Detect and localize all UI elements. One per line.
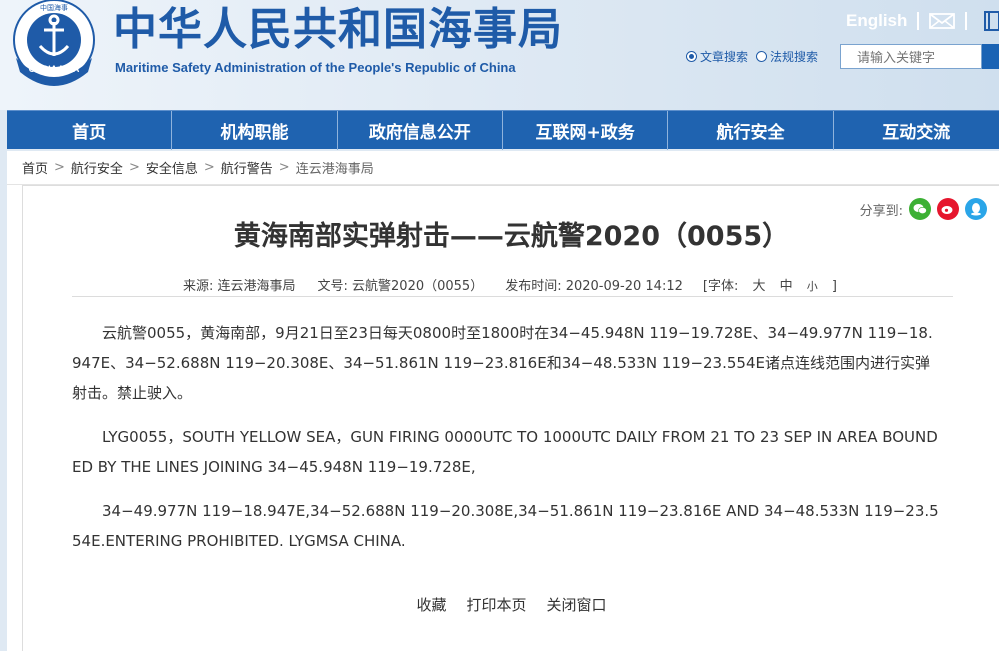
nav-item-internet-gov[interactable]: 互联网+政务 bbox=[503, 111, 669, 150]
article-publish-time: 发布时间: 2020-09-20 14:12 bbox=[505, 279, 683, 294]
radio-selected-icon[interactable] bbox=[686, 50, 697, 62]
close-window-button[interactable]: 关闭窗口 bbox=[547, 594, 607, 615]
nav-item-gov-info[interactable]: 政府信息公开 bbox=[338, 111, 503, 150]
search-type-group: 文章搜索 法规搜索 bbox=[686, 44, 826, 68]
site-subtitle: Maritime Safety Administration of the Pe… bbox=[115, 60, 516, 75]
breadcrumb-separator: > bbox=[54, 160, 65, 175]
breadcrumb-current[interactable]: 连云港海事局 bbox=[296, 158, 374, 177]
article-doc-number: 文号: 云航警2020（0055） bbox=[317, 279, 484, 294]
breadcrumb-navigation-safety[interactable]: 航行安全 bbox=[71, 158, 123, 177]
radio-law-label: 法规搜索 bbox=[770, 49, 819, 64]
content-panel: 分享到: 黄海南部实弹射击——云航警2020（0055） 来源: 连云港海事局 … bbox=[7, 185, 999, 651]
radio-law-search[interactable]: 法规搜索 bbox=[756, 48, 818, 65]
article-paragraph: 云航警0055，黄海南部，9月21日至23日每天0800时至1800时在34−4… bbox=[72, 324, 933, 402]
radio-article-search[interactable]: 文章搜索 bbox=[686, 48, 748, 65]
nav-item-home[interactable]: 首页 bbox=[7, 111, 173, 150]
china-msa-emblem-icon[interactable]: CHINA MSA 中国海事 bbox=[8, 0, 100, 86]
font-small-button[interactable]: 小 bbox=[807, 280, 818, 293]
breadcrumb-separator: > bbox=[203, 160, 215, 175]
nav-item-interaction[interactable]: 互动交流 bbox=[834, 111, 999, 150]
print-button[interactable]: 打印本页 bbox=[466, 594, 526, 615]
breadcrumb-separator: > bbox=[128, 160, 140, 175]
radio-article-label: 文章搜索 bbox=[700, 49, 749, 64]
font-size-control: [字体: 大 中 小 ] bbox=[698, 275, 842, 296]
article-paragraph: 34−49.977N 119−18.947E,34−52.688N 119−20… bbox=[72, 502, 939, 550]
divider bbox=[917, 12, 920, 30]
article-source: 来源: 连云港海事局 bbox=[183, 279, 296, 294]
search-input[interactable] bbox=[840, 44, 982, 69]
font-size-close: ] bbox=[831, 279, 837, 294]
article-meta: 来源: 连云港海事局 文号: 云航警2020（0055） 发布时间: 2020-… bbox=[72, 267, 953, 297]
breadcrumb-home[interactable]: 首页 bbox=[22, 158, 48, 177]
favorite-button[interactable]: 收藏 bbox=[416, 594, 446, 615]
breadcrumb: 首页 > 航行安全 > 安全信息 > 航行警告 > 连云港海事局 bbox=[7, 151, 999, 185]
main-nav: 首页 机构职能 政府信息公开 互联网+政务 航行安全 互动交流 bbox=[7, 110, 999, 150]
breadcrumb-separator: > bbox=[278, 160, 290, 175]
breadcrumb-safety-info[interactable]: 安全信息 bbox=[146, 158, 198, 177]
site-header: CHINA MSA 中国海事 中华人民共和国海事局 Maritime Safet… bbox=[0, 0, 999, 110]
font-size-label: [字体: bbox=[702, 279, 739, 294]
english-link[interactable]: English bbox=[846, 11, 907, 31]
font-medium-button[interactable]: 中 bbox=[780, 279, 793, 294]
book-icon[interactable] bbox=[984, 10, 999, 32]
top-links: English bbox=[846, 10, 977, 32]
nav-item-navigation-safety[interactable]: 航行安全 bbox=[668, 111, 834, 150]
article-container: 分享到: 黄海南部实弹射击——云航警2020（0055） 来源: 连云港海事局 … bbox=[22, 185, 999, 651]
font-large-button[interactable]: 大 bbox=[752, 279, 765, 294]
search-button[interactable] bbox=[982, 44, 999, 69]
breadcrumb-nav-warnings[interactable]: 航行警告 bbox=[221, 158, 273, 177]
emblem-label: CHINA MSA bbox=[29, 64, 80, 74]
article-paragraph: LYG0055，SOUTH YELLOW SEA，GUN FIRING 0000… bbox=[72, 428, 938, 476]
article-actions: 收藏 打印本页 关闭窗口 bbox=[23, 594, 999, 615]
divider bbox=[965, 12, 968, 30]
article-title: 黄海南部实弹射击——云航警2020（0055） bbox=[233, 221, 790, 252]
site-title: 中华人民共和国海事局 bbox=[113, 4, 563, 55]
article-body: 云航警0055，黄海南部，9月21日至23日每天0800时至1800时在34−4… bbox=[72, 318, 942, 570]
nav-item-functions[interactable]: 机构职能 bbox=[172, 111, 338, 150]
radio-unselected-icon[interactable] bbox=[756, 50, 768, 62]
mail-icon[interactable] bbox=[929, 13, 956, 29]
emblem-top-label: 中国海事 bbox=[40, 3, 68, 12]
